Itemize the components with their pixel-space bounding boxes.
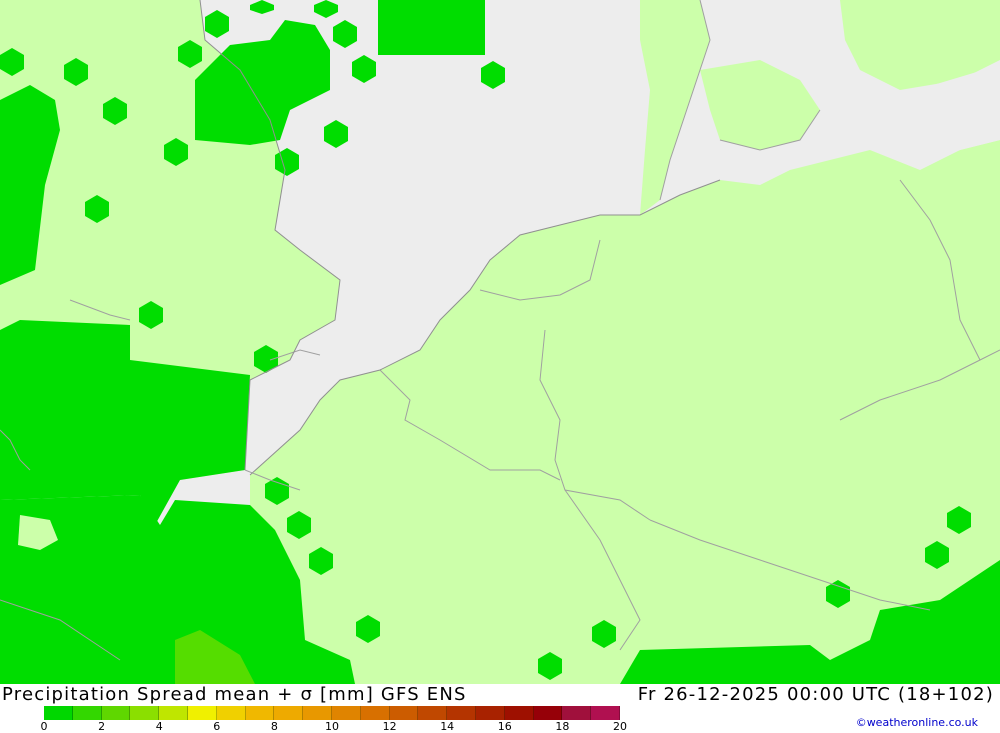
map-title-bar: Precipitation Spread mean + σ [mm] GFS E… — [0, 684, 1000, 706]
legend-swatch — [476, 706, 505, 720]
legend-tick-label: 12 — [382, 720, 397, 733]
legend-swatch — [418, 706, 448, 720]
legend-tick-label: 10 — [325, 720, 339, 733]
legend-swatch — [360, 706, 390, 720]
legend-tick-label: 20 — [613, 720, 627, 733]
legend-tick-label: 16 — [497, 720, 512, 733]
legend-swatch — [274, 706, 304, 720]
color-legend — [44, 706, 620, 720]
legend-swatch — [130, 706, 160, 720]
legend-tick-label: 8 — [270, 720, 278, 733]
legend-swatch — [447, 706, 476, 720]
legend-swatch — [389, 706, 419, 720]
legend-tick-label: 0 — [40, 720, 48, 733]
legend-tick-label: 18 — [555, 720, 570, 733]
legend-swatch — [562, 706, 592, 720]
legend-tick-label: 14 — [440, 720, 455, 733]
legend-swatch — [303, 706, 332, 720]
legend-tick-label: 6 — [213, 720, 221, 733]
legend-swatch — [188, 706, 217, 720]
legend-swatch — [504, 706, 534, 720]
legend-swatch — [533, 706, 563, 720]
legend-swatch — [245, 706, 275, 720]
legend-swatch — [216, 706, 246, 720]
legend-tick-label: 4 — [155, 720, 163, 733]
precipitation-map — [0, 0, 1000, 684]
legend-tick-label: 2 — [98, 720, 106, 733]
legend-swatch — [591, 706, 620, 720]
map-title: Precipitation Spread mean + σ [mm] GFS E… — [2, 684, 467, 705]
legend-swatch — [101, 706, 131, 720]
legend-ticks: 0 2 4 6 8 10 12 14 16 18 20 — [0, 720, 700, 733]
map-datetime: Fr 26-12-2025 00:00 UTC (18+102) — [637, 684, 994, 705]
legend-swatch — [332, 706, 361, 720]
legend-swatch — [159, 706, 188, 720]
legend-swatch — [72, 706, 102, 720]
legend-swatch — [44, 706, 73, 720]
precip-north-sea-top — [378, 0, 485, 55]
credit-link[interactable]: ©weatheronline.co.uk — [856, 716, 978, 729]
